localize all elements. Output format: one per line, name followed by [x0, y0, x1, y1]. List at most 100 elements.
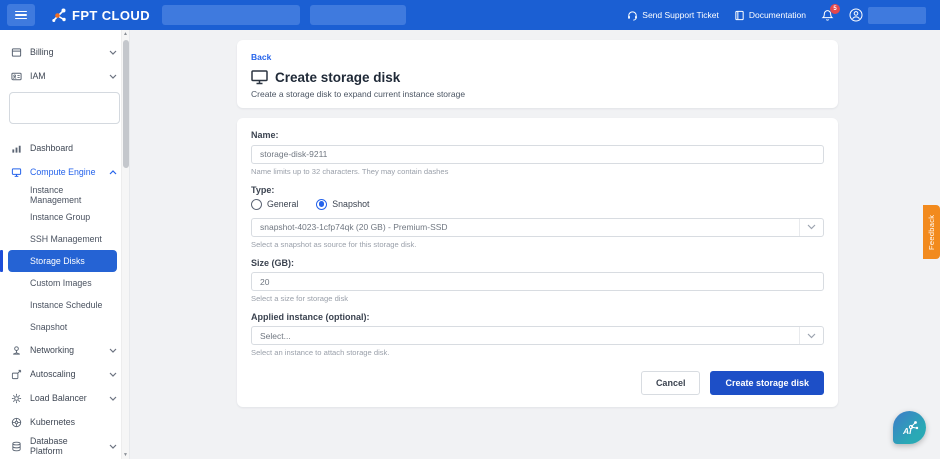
sidebar-item-compute-engine[interactable]: Compute Engine — [0, 160, 129, 184]
page-header-card: Back Create storage disk Create a storag… — [237, 40, 838, 108]
sidebar-item-label: Snapshot — [30, 322, 67, 332]
radio-checked-icon[interactable] — [316, 199, 327, 210]
topbar: FPT CLOUD Send Support Ticket Documentat… — [0, 0, 940, 30]
applied-instance-helper-text: Select an instance to attach storage dis… — [251, 348, 824, 357]
sidebar-item-label: Billing — [30, 47, 53, 57]
sidebar-item-custom-images[interactable]: Custom Images — [8, 272, 117, 294]
feedback-label: Feedback — [927, 214, 936, 249]
name-helper-text: Name limits up to 32 characters. They ma… — [251, 167, 824, 176]
sidebar-item-database-platform[interactable]: Database Platform — [0, 434, 129, 458]
username-redacted — [868, 7, 926, 24]
scrollbar-down-arrow[interactable]: ▼ — [123, 451, 128, 459]
snapshot-helper-text: Select a snapshot as source for this sto… — [251, 240, 824, 249]
brand-text: FPT CLOUD — [72, 8, 150, 23]
ai-assistant-button[interactable]: AI — [893, 411, 926, 444]
sidebar-item-label: Load Balancer — [30, 393, 87, 403]
send-support-ticket-link[interactable]: Send Support Ticket — [627, 10, 719, 21]
fpt-logo-icon — [51, 7, 67, 23]
snapshot-select-value: snapshot-4023-1cfp74qk (20 GB) - Premium… — [260, 222, 448, 232]
dashboard-icon — [11, 143, 22, 154]
sidebar-item-billing[interactable]: Billing — [0, 40, 129, 64]
user-avatar-icon — [849, 8, 863, 22]
sidebar-scrollbar[interactable]: ▲ ▼ — [121, 30, 129, 459]
sidebar-item-label: IAM — [30, 71, 46, 81]
size-label: Size (GB): — [251, 258, 824, 268]
type-radio-group: General Snapshot — [251, 199, 824, 210]
sidebar-item-label: Custom Images — [30, 278, 92, 288]
sidebar-item-label: Dashboard — [30, 143, 73, 153]
scrollbar-thumb[interactable] — [123, 40, 129, 168]
database-icon — [11, 441, 22, 452]
sidebar-item-label: Storage Disks — [30, 256, 85, 266]
region-selector-redacted[interactable] — [310, 5, 406, 25]
scrollbar-up-arrow[interactable]: ▲ — [123, 30, 128, 38]
documentation-book-icon — [734, 10, 745, 21]
applied-instance-select[interactable]: Select... — [251, 326, 824, 345]
applied-instance-label: Applied instance (optional): — [251, 312, 824, 322]
sidebar-item-instance-group[interactable]: Instance Group — [8, 206, 117, 228]
sidebar-item-label: Instance Group — [30, 212, 90, 222]
kubernetes-icon — [11, 417, 22, 428]
sidebar-item-storage-disks[interactable]: Storage Disks — [8, 250, 117, 272]
sidebar: Billing IAM Dashboard Compute Engine Ins… — [0, 30, 130, 459]
page-subtitle: Create a storage disk to expand current … — [251, 89, 824, 99]
sidebar-item-autoscaling[interactable]: Autoscaling — [0, 362, 129, 386]
type-option-snapshot[interactable]: Snapshot — [316, 199, 369, 210]
page-title: Create storage disk — [275, 70, 400, 85]
back-link[interactable]: Back — [251, 52, 271, 62]
type-option-general[interactable]: General — [251, 199, 298, 210]
notification-badge: 5 — [830, 4, 840, 14]
notifications-button[interactable]: 5 — [821, 9, 834, 22]
compute-engine-icon — [11, 167, 22, 178]
networking-icon — [11, 345, 22, 356]
size-input[interactable] — [251, 272, 824, 291]
sidebar-item-label: Kubernetes — [30, 417, 75, 427]
name-label: Name: — [251, 130, 824, 140]
sidebar-item-networking[interactable]: Networking — [0, 338, 129, 362]
applied-instance-select-placeholder: Select... — [260, 331, 291, 341]
chevron-down-icon — [799, 327, 823, 344]
documentation-label: Documentation — [749, 10, 806, 20]
create-disk-form-card: Name: Name limits up to 32 characters. T… — [237, 118, 838, 407]
autoscaling-icon — [11, 369, 22, 380]
send-support-ticket-label: Send Support Ticket — [642, 10, 719, 20]
type-label: Type: — [251, 185, 824, 195]
sidebar-item-label: Networking — [30, 345, 74, 355]
main-content: Back Create storage disk Create a storag… — [130, 30, 940, 459]
chevron-down-icon — [109, 441, 117, 451]
sidebar-item-instance-management[interactable]: Instance Management — [8, 184, 117, 206]
sidebar-item-load-balancer[interactable]: Load Balancer — [0, 386, 129, 410]
feedback-tab[interactable]: Feedback — [923, 205, 940, 259]
workspace-selector-redacted[interactable] — [162, 5, 300, 25]
size-helper-text: Select a size for storage disk — [251, 294, 824, 303]
sidebar-item-label: SSH Management — [30, 234, 102, 244]
sidebar-item-label: Instance Schedule — [30, 300, 102, 310]
chevron-down-icon — [109, 71, 117, 81]
chevron-down-icon — [799, 219, 823, 236]
hamburger-menu-button[interactable] — [7, 4, 35, 26]
billing-icon — [11, 47, 22, 58]
snapshot-select[interactable]: snapshot-4023-1cfp74qk (20 GB) - Premium… — [251, 218, 824, 237]
project-selector-redacted[interactable] — [9, 92, 120, 124]
ai-assistant-icon: AI — [899, 417, 921, 439]
chevron-down-icon — [109, 369, 117, 379]
form-actions: Cancel Create storage disk — [251, 371, 824, 395]
user-menu[interactable] — [849, 7, 926, 24]
sidebar-item-dashboard[interactable]: Dashboard — [0, 136, 129, 160]
radio-unchecked-icon[interactable] — [251, 199, 262, 210]
sidebar-item-instance-schedule[interactable]: Instance Schedule — [8, 294, 117, 316]
svg-text:AI: AI — [902, 426, 912, 436]
cancel-button[interactable]: Cancel — [641, 371, 701, 395]
sidebar-item-iam[interactable]: IAM — [0, 64, 129, 88]
chevron-down-icon — [109, 393, 117, 403]
documentation-link[interactable]: Documentation — [734, 10, 806, 21]
fpt-cloud-logo: FPT CLOUD — [51, 7, 150, 23]
name-input[interactable] — [251, 145, 824, 164]
load-balancer-icon — [11, 393, 22, 404]
sidebar-item-ssh-management[interactable]: SSH Management — [8, 228, 117, 250]
sidebar-item-snapshot[interactable]: Snapshot — [8, 316, 117, 338]
iam-icon — [11, 71, 22, 82]
sidebar-item-kubernetes[interactable]: Kubernetes — [0, 410, 129, 434]
create-storage-disk-button[interactable]: Create storage disk — [710, 371, 824, 395]
chevron-down-icon — [109, 345, 117, 355]
